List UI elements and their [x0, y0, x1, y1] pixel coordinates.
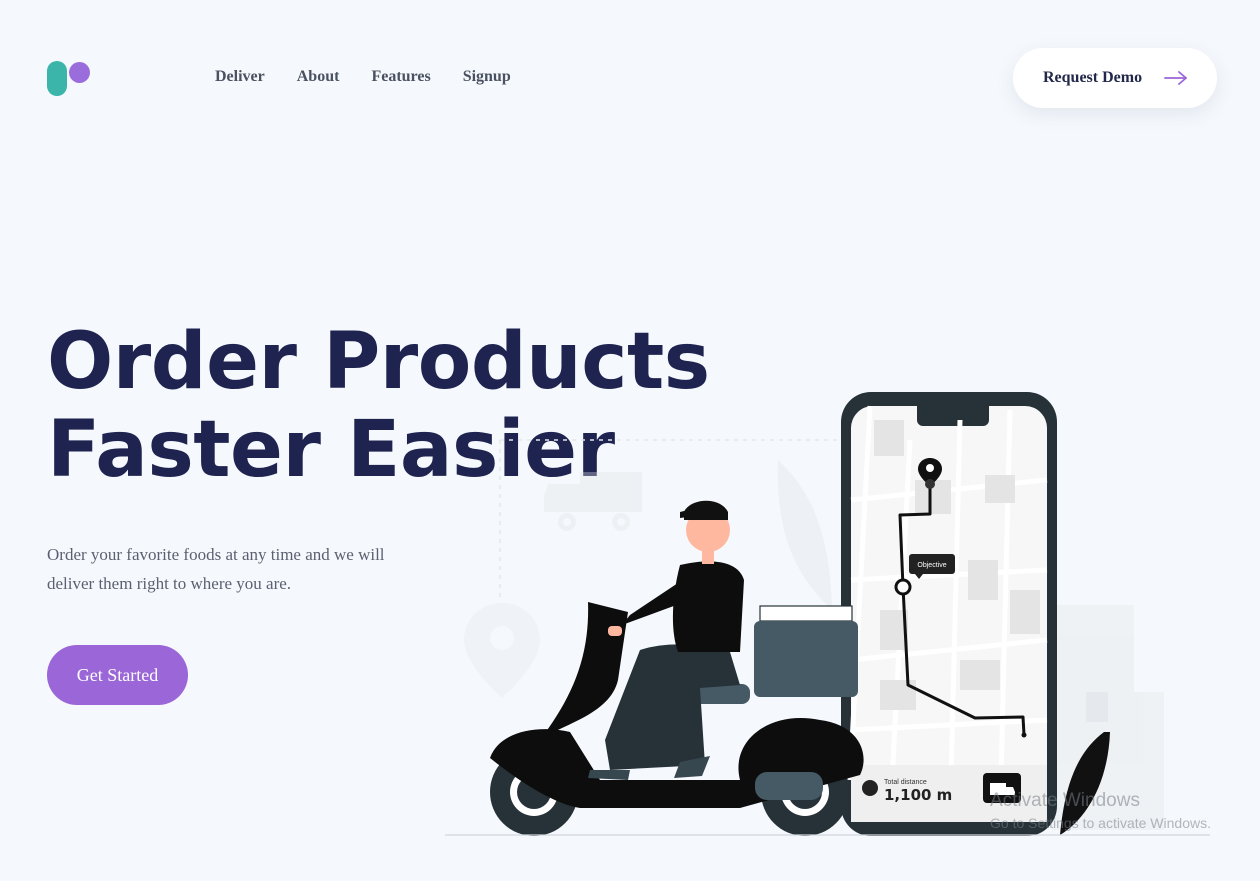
background-leaf-icon — [777, 460, 832, 610]
map-tooltip-label: Objective — [917, 562, 946, 569]
main-nav: Deliver About Features Signup — [215, 68, 511, 86]
distance-caption: Total distance — [884, 779, 927, 786]
distance-value: 1,100 m — [884, 786, 952, 804]
hero-subtitle: Order your favorite foods at any time an… — [47, 545, 385, 593]
nav-features[interactable]: Features — [371, 68, 430, 86]
watermark-line-2: Go to Settings to activate Windows. — [990, 815, 1211, 831]
get-started-button[interactable]: Get Started — [47, 645, 188, 705]
nav-about[interactable]: About — [297, 68, 340, 86]
nav-signup[interactable]: Signup — [463, 68, 511, 86]
request-demo-label: Request Demo — [1043, 69, 1143, 86]
delivery-illustration: Objective Total distance 1,100 m — [445, 392, 1210, 836]
brand-logo[interactable] — [47, 61, 91, 97]
phone-with-map: Objective Total distance 1,100 m — [841, 392, 1057, 836]
activation-watermark: Activate Windows Go to Settings to activ… — [990, 790, 1211, 831]
background-truck-icon — [544, 472, 642, 531]
watermark-line-1: Activate Windows — [990, 790, 1140, 811]
arrow-right-icon — [1164, 71, 1187, 85]
logo-bar — [47, 61, 67, 96]
nav-deliver[interactable]: Deliver — [215, 68, 265, 86]
request-demo-button[interactable]: Request Demo — [1013, 48, 1217, 108]
logo-dot — [69, 62, 90, 83]
background-map-pin-icon — [464, 603, 540, 698]
